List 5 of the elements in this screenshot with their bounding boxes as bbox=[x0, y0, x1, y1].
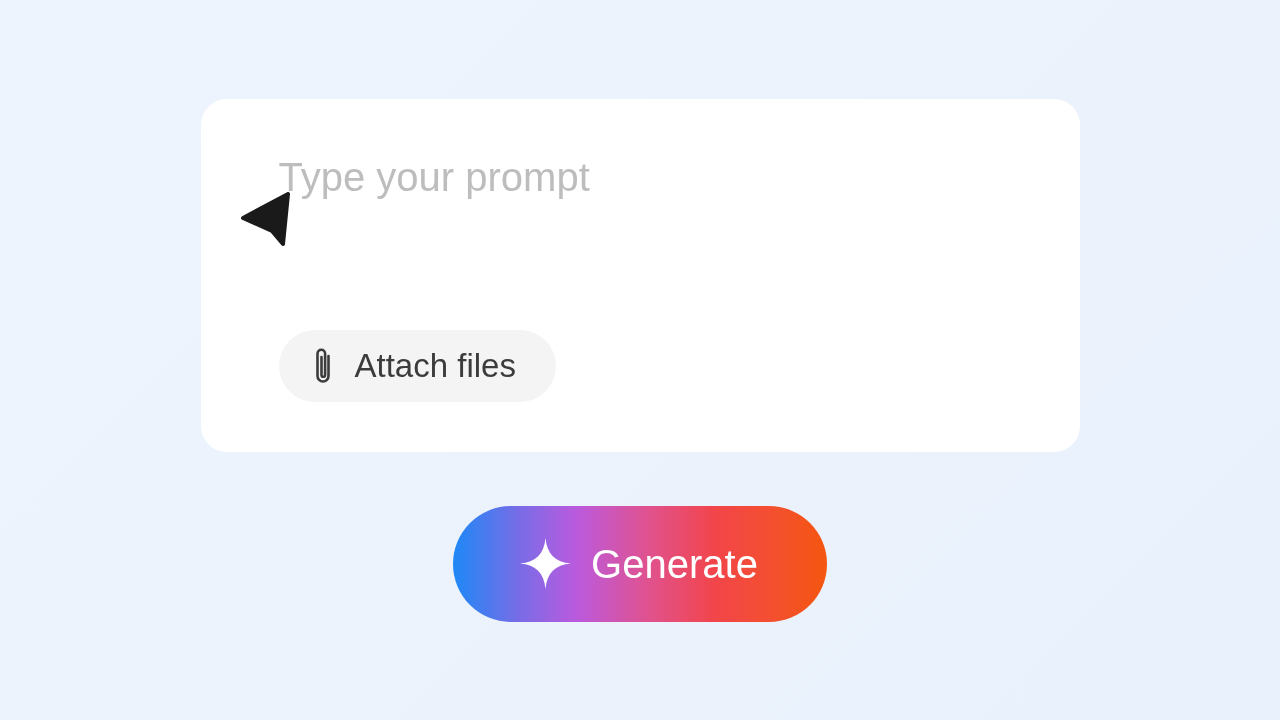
prompt-input-box[interactable]: Type your prompt Attach files bbox=[200, 98, 1080, 452]
sparkle-icon bbox=[520, 538, 572, 589]
attach-files-button[interactable]: Attach files bbox=[278, 329, 556, 402]
prompt-field[interactable]: Type your prompt bbox=[278, 152, 1002, 303]
generate-button[interactable]: Generate bbox=[453, 505, 827, 622]
